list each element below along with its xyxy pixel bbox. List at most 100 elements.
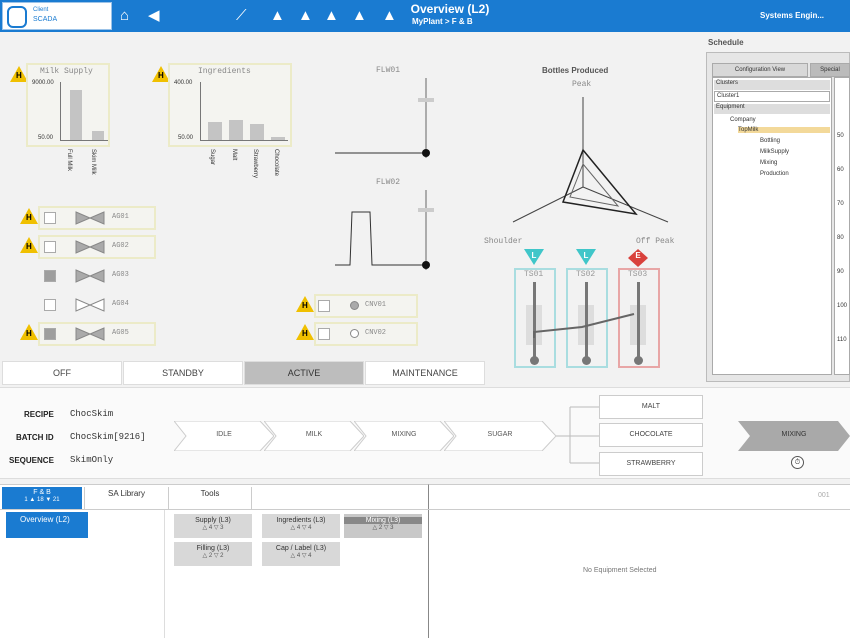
tile-supply-name: Supply (L3)	[195, 517, 231, 524]
ts01-badge-icon[interactable]: L	[524, 249, 544, 267]
milk-cat-0: Full Milk	[66, 149, 72, 171]
flw01-label: FLW01	[376, 66, 401, 75]
ag05-label: AG05	[112, 329, 129, 337]
schedule-axis-tick: 60	[837, 167, 844, 173]
ag02-alarm-icon[interactable]: H	[20, 237, 38, 253]
mode-off-button[interactable]: OFF	[2, 361, 122, 385]
user-name[interactable]: Systems Engin...	[760, 11, 824, 20]
timer-icon: ⏱	[791, 456, 804, 469]
ag03-valve-icon[interactable]	[74, 268, 106, 284]
tank-trend-line	[533, 313, 635, 338]
ag02-label: AG02	[112, 242, 129, 250]
option-strawberry[interactable]: STRAWBERRY	[599, 452, 703, 476]
no-equipment-text: No Equipment Selected	[583, 567, 657, 574]
radar-peak-label: Peak	[572, 80, 592, 89]
milk-ymin: 50.00	[38, 135, 54, 141]
recipe-label: RECIPE	[24, 410, 54, 419]
nav-header[interactable]: F & B 1 ▲ 18 ▼ 21	[2, 487, 82, 509]
tile-filling[interactable]: Filling (L3) △ 2 ▽ 2	[174, 542, 252, 566]
cnv02-alarm-icon[interactable]: H	[296, 324, 314, 340]
schedule-axis-tick: 50	[837, 133, 844, 139]
tile-filling-counts: △ 2 ▽ 2	[202, 553, 224, 559]
cnv01-label: CNV01	[365, 301, 387, 309]
option-malt[interactable]: MALT	[599, 395, 703, 419]
radar-offpeak-label: Off Peak	[636, 237, 675, 246]
tree-topmilk[interactable]: TopMilk	[738, 127, 830, 133]
mode-maintenance-button[interactable]: MAINTENANCE	[365, 361, 485, 385]
tile-mixing-name: Mixing (L3)	[344, 517, 422, 524]
tile-supply[interactable]: Supply (L3) △ 4 ▽ 3	[174, 514, 252, 538]
ag02-checkbox[interactable]	[44, 241, 56, 253]
ag03-checkbox[interactable]	[44, 270, 56, 282]
step-sugar[interactable]: SUGAR	[444, 421, 556, 451]
step-idle[interactable]: IDLE	[174, 421, 274, 451]
tree-mixing[interactable]: Mixing	[760, 160, 777, 166]
cnv01-checkbox[interactable]	[318, 300, 330, 312]
batch-id-value: ChocSkim[9216]	[70, 432, 146, 442]
tile-ingredients-name: Ingredients (L3)	[276, 517, 326, 524]
ts03-badge-icon[interactable]: E	[628, 249, 648, 267]
cnv02-label: CNV02	[365, 329, 387, 337]
tab-configuration-view[interactable]: Configuration View	[712, 63, 808, 77]
cnv02-status-icon	[350, 329, 359, 338]
tree-production[interactable]: Production	[760, 171, 789, 177]
step-final-mixing[interactable]: MIXING	[738, 421, 850, 451]
nav-item-overview[interactable]: Overview (L2)	[6, 512, 88, 538]
ag04-checkbox[interactable]	[44, 299, 56, 311]
tile-mixing[interactable]: Mixing (L3) △ 2 ▽ 3	[344, 514, 422, 538]
ag05-alarm-icon[interactable]: H	[20, 324, 38, 340]
schedule-axis-tick: 70	[837, 201, 844, 207]
mode-active-button[interactable]: ACTIVE	[244, 361, 364, 385]
nav-stats: 1 ▲ 18 ▼ 21	[24, 497, 60, 503]
cnv02-checkbox[interactable]	[318, 328, 330, 340]
ts02-badge-text: L	[583, 251, 589, 260]
schedule-title: Schedule	[708, 38, 744, 47]
ag05-valve-icon[interactable]	[74, 326, 106, 342]
tab-divider	[0, 509, 428, 510]
ag04-valve-icon[interactable]	[74, 297, 106, 313]
option-chocolate[interactable]: CHOCOLATE	[599, 423, 703, 447]
tab-special[interactable]: Special	[810, 63, 850, 77]
ag03-label: AG03	[112, 271, 129, 279]
flw01-trend[interactable]	[330, 78, 440, 160]
flw02-trend[interactable]	[330, 190, 440, 272]
tree-milksupply[interactable]: MilkSupply	[760, 149, 789, 155]
milk-bar-skim	[92, 130, 104, 140]
ag05-checkbox[interactable]	[44, 328, 56, 340]
ag01-alarm-icon[interactable]: H	[20, 208, 38, 224]
schedule-axis-tick: 110	[837, 337, 847, 343]
tab-sa-library[interactable]: SA Library	[84, 487, 168, 509]
ts02-label: TS02	[576, 270, 596, 279]
step-milk[interactable]: MILK	[264, 421, 364, 451]
ingredients-cat-3: Chocolate	[273, 149, 279, 177]
step-mixing[interactable]: MIXING	[354, 421, 454, 451]
bottles-radar-chart	[512, 97, 669, 223]
flw02-label: FLW02	[376, 178, 401, 187]
tile-ingredients[interactable]: Ingredients (L3) △ 4 ▽ 4	[262, 514, 340, 538]
tile-cap[interactable]: Cap / Label (L3) △ 4 ▽ 4	[262, 542, 340, 566]
ts01-base	[530, 356, 539, 365]
tab-tools[interactable]: Tools	[168, 487, 252, 509]
cnv01-alarm-icon[interactable]: H	[296, 296, 314, 312]
tree-company[interactable]: Company	[730, 117, 756, 123]
clusters-label: Clusters	[714, 80, 830, 90]
ag01-checkbox[interactable]	[44, 212, 56, 224]
equipment-detail-panel	[428, 484, 850, 638]
batch-id-label: BATCH ID	[16, 433, 54, 442]
tile-filling-name: Filling (L3)	[196, 545, 230, 552]
bottles-title: Bottles Produced	[542, 66, 609, 75]
schedule-axis-tick: 100	[837, 303, 848, 309]
schedule-axis-tick: 80	[837, 235, 844, 241]
ts02-badge-icon[interactable]: L	[576, 249, 596, 267]
ingredients-bar-strawberry	[250, 124, 264, 140]
ag01-valve-icon[interactable]	[74, 210, 106, 226]
detail-tab[interactable]: 001	[818, 492, 830, 499]
milk-bar-full	[70, 90, 82, 140]
mode-standby-button[interactable]: STANDBY	[123, 361, 243, 385]
tree-bottling[interactable]: Bottling	[760, 138, 780, 144]
cluster-select[interactable]: Cluster1	[714, 91, 830, 102]
milk-y-axis	[60, 82, 61, 140]
logo-line2: SCADA	[33, 16, 58, 23]
ts02-base	[582, 356, 591, 365]
ag02-valve-icon[interactable]	[74, 239, 106, 255]
